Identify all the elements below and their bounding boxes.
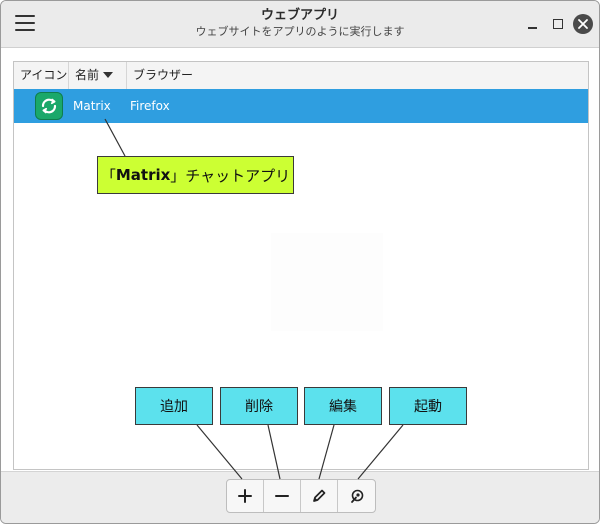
web-apps-window: ウェブアプリ ウェブサイトをアプリのように実行します アイコン 名前 ブラウザー bbox=[0, 0, 600, 524]
minimize-button[interactable] bbox=[521, 13, 543, 35]
callout-delete: 削除 bbox=[220, 387, 298, 425]
table-row[interactable]: Matrix Firefox bbox=[14, 89, 588, 123]
launch-button[interactable] bbox=[338, 480, 375, 512]
maximize-button[interactable] bbox=[547, 13, 569, 35]
launch-icon bbox=[350, 489, 363, 503]
matrix-app-icon bbox=[35, 92, 63, 120]
callout-edit: 編集 bbox=[304, 387, 382, 425]
row-name-cell: Matrix bbox=[73, 99, 111, 113]
list-header: アイコン 名前 ブラウザー bbox=[14, 62, 588, 90]
column-header-icon[interactable]: アイコン bbox=[14, 62, 69, 89]
column-header-name-label: 名前 bbox=[75, 68, 100, 82]
title-block: ウェブアプリ ウェブサイトをアプリのように実行します bbox=[1, 7, 599, 39]
close-button[interactable] bbox=[573, 14, 593, 34]
remove-button[interactable] bbox=[264, 480, 301, 512]
callout-matrix-name: Matrix bbox=[115, 166, 171, 184]
callout-launch: 起動 bbox=[389, 387, 467, 425]
pencil-icon bbox=[313, 489, 326, 502]
plus-icon bbox=[238, 489, 252, 503]
callout-matrix-open-bracket: 「 bbox=[100, 166, 116, 185]
minus-icon bbox=[275, 495, 289, 497]
window-title: ウェブアプリ bbox=[260, 8, 339, 23]
toolbar bbox=[226, 479, 376, 513]
column-header-name[interactable]: 名前 bbox=[69, 62, 127, 89]
title-bar: ウェブアプリ ウェブサイトをアプリのように実行します bbox=[1, 1, 599, 48]
close-icon bbox=[578, 19, 588, 29]
callout-matrix-rest: 」チャットアプリ bbox=[170, 166, 291, 185]
window-subtitle: ウェブサイトをアプリのように実行します bbox=[195, 25, 405, 38]
callout-add: 追加 bbox=[135, 387, 213, 425]
column-header-browser[interactable]: ブラウザー bbox=[127, 62, 588, 89]
sort-descending-icon bbox=[103, 72, 114, 78]
row-browser-cell: Firefox bbox=[130, 99, 170, 113]
edit-button[interactable] bbox=[301, 480, 338, 512]
add-button[interactable] bbox=[227, 480, 264, 512]
callout-matrix-chat-app: 「Matrix 」チャットアプリ bbox=[97, 156, 294, 194]
blank-area bbox=[271, 233, 383, 331]
